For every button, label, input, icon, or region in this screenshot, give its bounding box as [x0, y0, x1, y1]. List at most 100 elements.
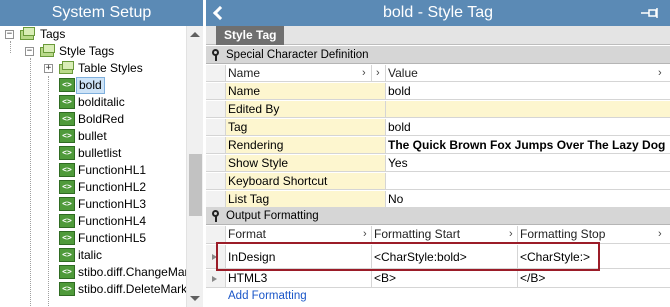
formatting-row-html3[interactable]: HTML3 <B> </B>: [206, 270, 670, 288]
rendering-preview: The Quick Brown Fox Jumps Over The Lazy …: [388, 138, 666, 152]
tree-item-label: bullet: [78, 129, 107, 143]
property-name: List Tag: [226, 191, 386, 207]
tag-icon: <>: [59, 146, 75, 160]
chevron-right-icon: ›: [658, 228, 662, 240]
grid-header-row: Name › › Value ›: [206, 65, 670, 82]
tag-icon: <>: [59, 214, 75, 228]
row-gutter: [206, 83, 226, 99]
property-name: Name: [226, 83, 386, 99]
tab-style-tag[interactable]: Style Tag: [216, 26, 285, 45]
tag-icon: <>: [59, 163, 75, 177]
tag-icon: <>: [59, 231, 75, 245]
formatting-stop-cell[interactable]: </B>: [518, 270, 670, 287]
property-row[interactable]: Keyboard Shortcut: [206, 173, 670, 190]
tree-item-tag[interactable]: <> italic: [0, 247, 186, 264]
formatting-start-cell[interactable]: <B>: [372, 270, 518, 287]
tag-icon: <>: [59, 282, 75, 296]
property-value[interactable]: bold: [386, 83, 670, 99]
key-icon: [211, 49, 219, 61]
scroll-up-icon[interactable]: [190, 32, 200, 37]
tree-item-label: bolditalic: [78, 95, 125, 109]
tree-node-label: Tags: [40, 27, 66, 41]
tag-icon: <>: [59, 248, 75, 262]
property-value[interactable]: bold: [386, 119, 670, 135]
tree-item-label: stibo.diff.ChangeMark: [78, 265, 186, 279]
collapse-icon[interactable]: −: [5, 30, 14, 39]
special-character-section-header[interactable]: Special Character Definition: [206, 46, 670, 64]
tree-item-tag[interactable]: <> FunctionHL3: [0, 196, 186, 213]
property-value[interactable]: [386, 173, 670, 189]
tree-item-tag[interactable]: <> bold: [0, 77, 186, 94]
property-value: [386, 101, 670, 117]
tree-item-label: FunctionHL5: [78, 231, 147, 245]
tree-scrollbar[interactable]: [186, 26, 203, 307]
tree-node-table-styles[interactable]: + Table Styles: [0, 60, 186, 77]
property-name: Edited By: [226, 101, 386, 117]
tree-item-tag[interactable]: <> FunctionHL2: [0, 179, 186, 196]
chevron-right-icon: ›: [363, 228, 367, 240]
property-row[interactable]: Tag bold: [206, 119, 670, 136]
column-header-value[interactable]: Value: [386, 65, 670, 81]
collapse-icon[interactable]: −: [25, 47, 34, 56]
output-formatting-section-header[interactable]: Output Formatting: [206, 207, 670, 225]
tree-item-tag[interactable]: <> stibo.diff.ChangeMark: [0, 264, 186, 281]
key-icon: [211, 210, 219, 222]
expand-icon[interactable]: +: [44, 64, 53, 73]
property-name: Rendering: [226, 137, 386, 153]
folder-icon: [40, 44, 56, 58]
property-row[interactable]: Rendering The Quick Brown Fox Jumps Over…: [206, 137, 670, 154]
style-tag-editor: bold - Style Tag Style Tag Special Chara…: [206, 0, 670, 307]
property-row[interactable]: Show Style Yes: [206, 155, 670, 172]
tree-item-tag[interactable]: <> FunctionHL5: [0, 230, 186, 247]
row-gutter: [206, 101, 226, 117]
column-header-label: Name: [228, 66, 261, 80]
tag-icon: <>: [59, 129, 75, 143]
tree-item-tag[interactable]: <> bulletlist: [0, 145, 186, 162]
column-header-stop[interactable]: Formatting Stop: [518, 226, 670, 243]
back-arrow-icon[interactable]: [212, 6, 226, 20]
tree-item-label: italic: [78, 248, 103, 262]
row-gutter: [206, 155, 226, 171]
column-header-name[interactable]: Name: [226, 65, 372, 81]
row-gutter: [206, 173, 226, 189]
tree-item-label: FunctionHL2: [78, 180, 147, 194]
scrollbar-thumb[interactable]: [189, 154, 202, 216]
folder-icon: [20, 27, 36, 41]
tag-icon: <>: [59, 78, 75, 92]
column-header-format[interactable]: Format: [226, 226, 372, 243]
tree-item-label: bulletlist: [78, 146, 122, 160]
tree-item-tag[interactable]: <> bolditalic: [0, 94, 186, 111]
tag-icon: <>: [59, 265, 75, 279]
property-row[interactable]: List Tag No: [206, 191, 670, 208]
tree-item-tag[interactable]: <> FunctionHL4: [0, 213, 186, 230]
pin-icon[interactable]: [640, 7, 660, 19]
column-header-start[interactable]: Formatting Start: [372, 226, 518, 243]
chevron-right-icon: ›: [362, 67, 366, 79]
property-row[interactable]: Name bold: [206, 83, 670, 100]
tree-item-label: bold: [76, 77, 105, 94]
panel-title: System Setup: [0, 0, 203, 26]
property-row[interactable]: Edited By: [206, 101, 670, 118]
editor-title: bold - Style Tag: [383, 4, 493, 21]
tree-item-tag[interactable]: <> FunctionHL1: [0, 162, 186, 179]
scroll-down-icon[interactable]: [190, 296, 200, 301]
tag-icon: <>: [59, 197, 75, 211]
tag-icon: <>: [59, 180, 75, 194]
row-gutter: [206, 226, 226, 243]
column-header-label: Value: [388, 66, 418, 80]
add-formatting-link[interactable]: Add Formatting: [228, 290, 307, 302]
tree-item-tag[interactable]: <> bullet: [0, 128, 186, 145]
tab-bar: Style Tag: [206, 26, 670, 45]
annotation-highlight-box: [216, 242, 600, 271]
tree-item-label: FunctionHL4: [78, 214, 147, 228]
chevron-right-icon: ›: [509, 228, 513, 240]
format-cell[interactable]: HTML3: [226, 270, 372, 287]
property-value[interactable]: Yes: [386, 155, 670, 171]
tree-node-style-tags[interactable]: − Style Tags: [0, 43, 186, 60]
tree-item-tag[interactable]: <> BoldRed: [0, 111, 186, 128]
tree-node-tags[interactable]: − Tags: [0, 26, 186, 43]
tree-item-label: stibo.diff.DeleteMarke: [78, 282, 186, 296]
tree-item-tag[interactable]: <> stibo.diff.DeleteMarke: [0, 281, 186, 298]
property-value[interactable]: No: [386, 191, 670, 207]
tag-icon: <>: [59, 95, 75, 109]
